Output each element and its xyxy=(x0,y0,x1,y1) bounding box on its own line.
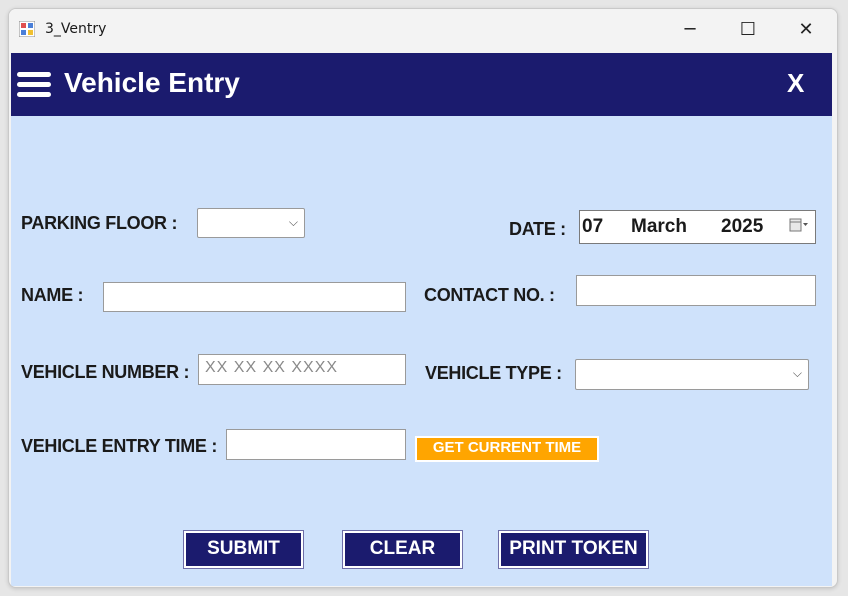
date-day: 07 xyxy=(582,216,604,237)
close-icon: ✕ xyxy=(798,18,814,40)
maximize-icon: ☐ xyxy=(739,18,757,40)
app-window: 3_Ventry ─ ☐ ✕ Vehicle Entry X PARKING F… xyxy=(8,8,838,588)
chevron-down-icon: ⌵ xyxy=(288,215,298,229)
entry-time-input[interactable] xyxy=(226,429,406,460)
chevron-down-icon: ⌵ xyxy=(792,366,802,380)
header-close-button[interactable]: X xyxy=(787,68,804,99)
entry-time-label: VEHICLE ENTRY TIME : xyxy=(21,436,218,456)
parking-floor-dropdown[interactable]: ⌵ xyxy=(197,208,305,238)
contact-label: CONTACT NO. : xyxy=(424,285,555,305)
print-token-button[interactable]: PRINT TOKEN xyxy=(498,530,649,569)
name-label: NAME : xyxy=(21,285,84,305)
form-app-icon xyxy=(19,21,35,37)
date-month: March xyxy=(631,216,687,237)
form-panel: PARKING FLOOR : ⌵ DATE : 07 March 2025 N… xyxy=(11,116,832,586)
vehicle-number-label: VEHICLE NUMBER : xyxy=(21,362,190,382)
page-header: Vehicle Entry X xyxy=(11,53,832,116)
window-titlebar: 3_Ventry ─ ☐ ✕ xyxy=(9,9,837,53)
calendar-dropdown-icon[interactable] xyxy=(789,217,809,233)
hamburger-menu-icon[interactable] xyxy=(17,72,51,100)
date-year: 2025 xyxy=(721,216,764,237)
page-title: Vehicle Entry xyxy=(64,67,240,98)
get-current-time-button[interactable]: GET CURRENT TIME xyxy=(415,436,599,462)
minimize-button[interactable]: ─ xyxy=(661,9,719,49)
clear-button[interactable]: CLEAR xyxy=(342,530,463,569)
parking-floor-label: PARKING FLOOR : xyxy=(21,213,178,233)
vehicle-type-dropdown[interactable]: ⌵ xyxy=(575,359,809,390)
name-input[interactable] xyxy=(103,282,406,312)
maximize-button[interactable]: ☐ xyxy=(719,9,777,49)
window-close-button[interactable]: ✕ xyxy=(777,9,835,49)
date-label: DATE : xyxy=(509,219,566,239)
window-title: 3_Ventry xyxy=(45,21,107,37)
vehicle-type-label: VEHICLE TYPE : xyxy=(425,363,562,383)
contact-input[interactable] xyxy=(576,275,816,306)
minimize-icon: ─ xyxy=(684,18,696,40)
submit-button[interactable]: SUBMIT xyxy=(183,530,304,569)
vehicle-number-input[interactable]: XX XX XX XXXX xyxy=(198,354,406,385)
date-picker[interactable]: 07 March 2025 xyxy=(579,210,816,244)
